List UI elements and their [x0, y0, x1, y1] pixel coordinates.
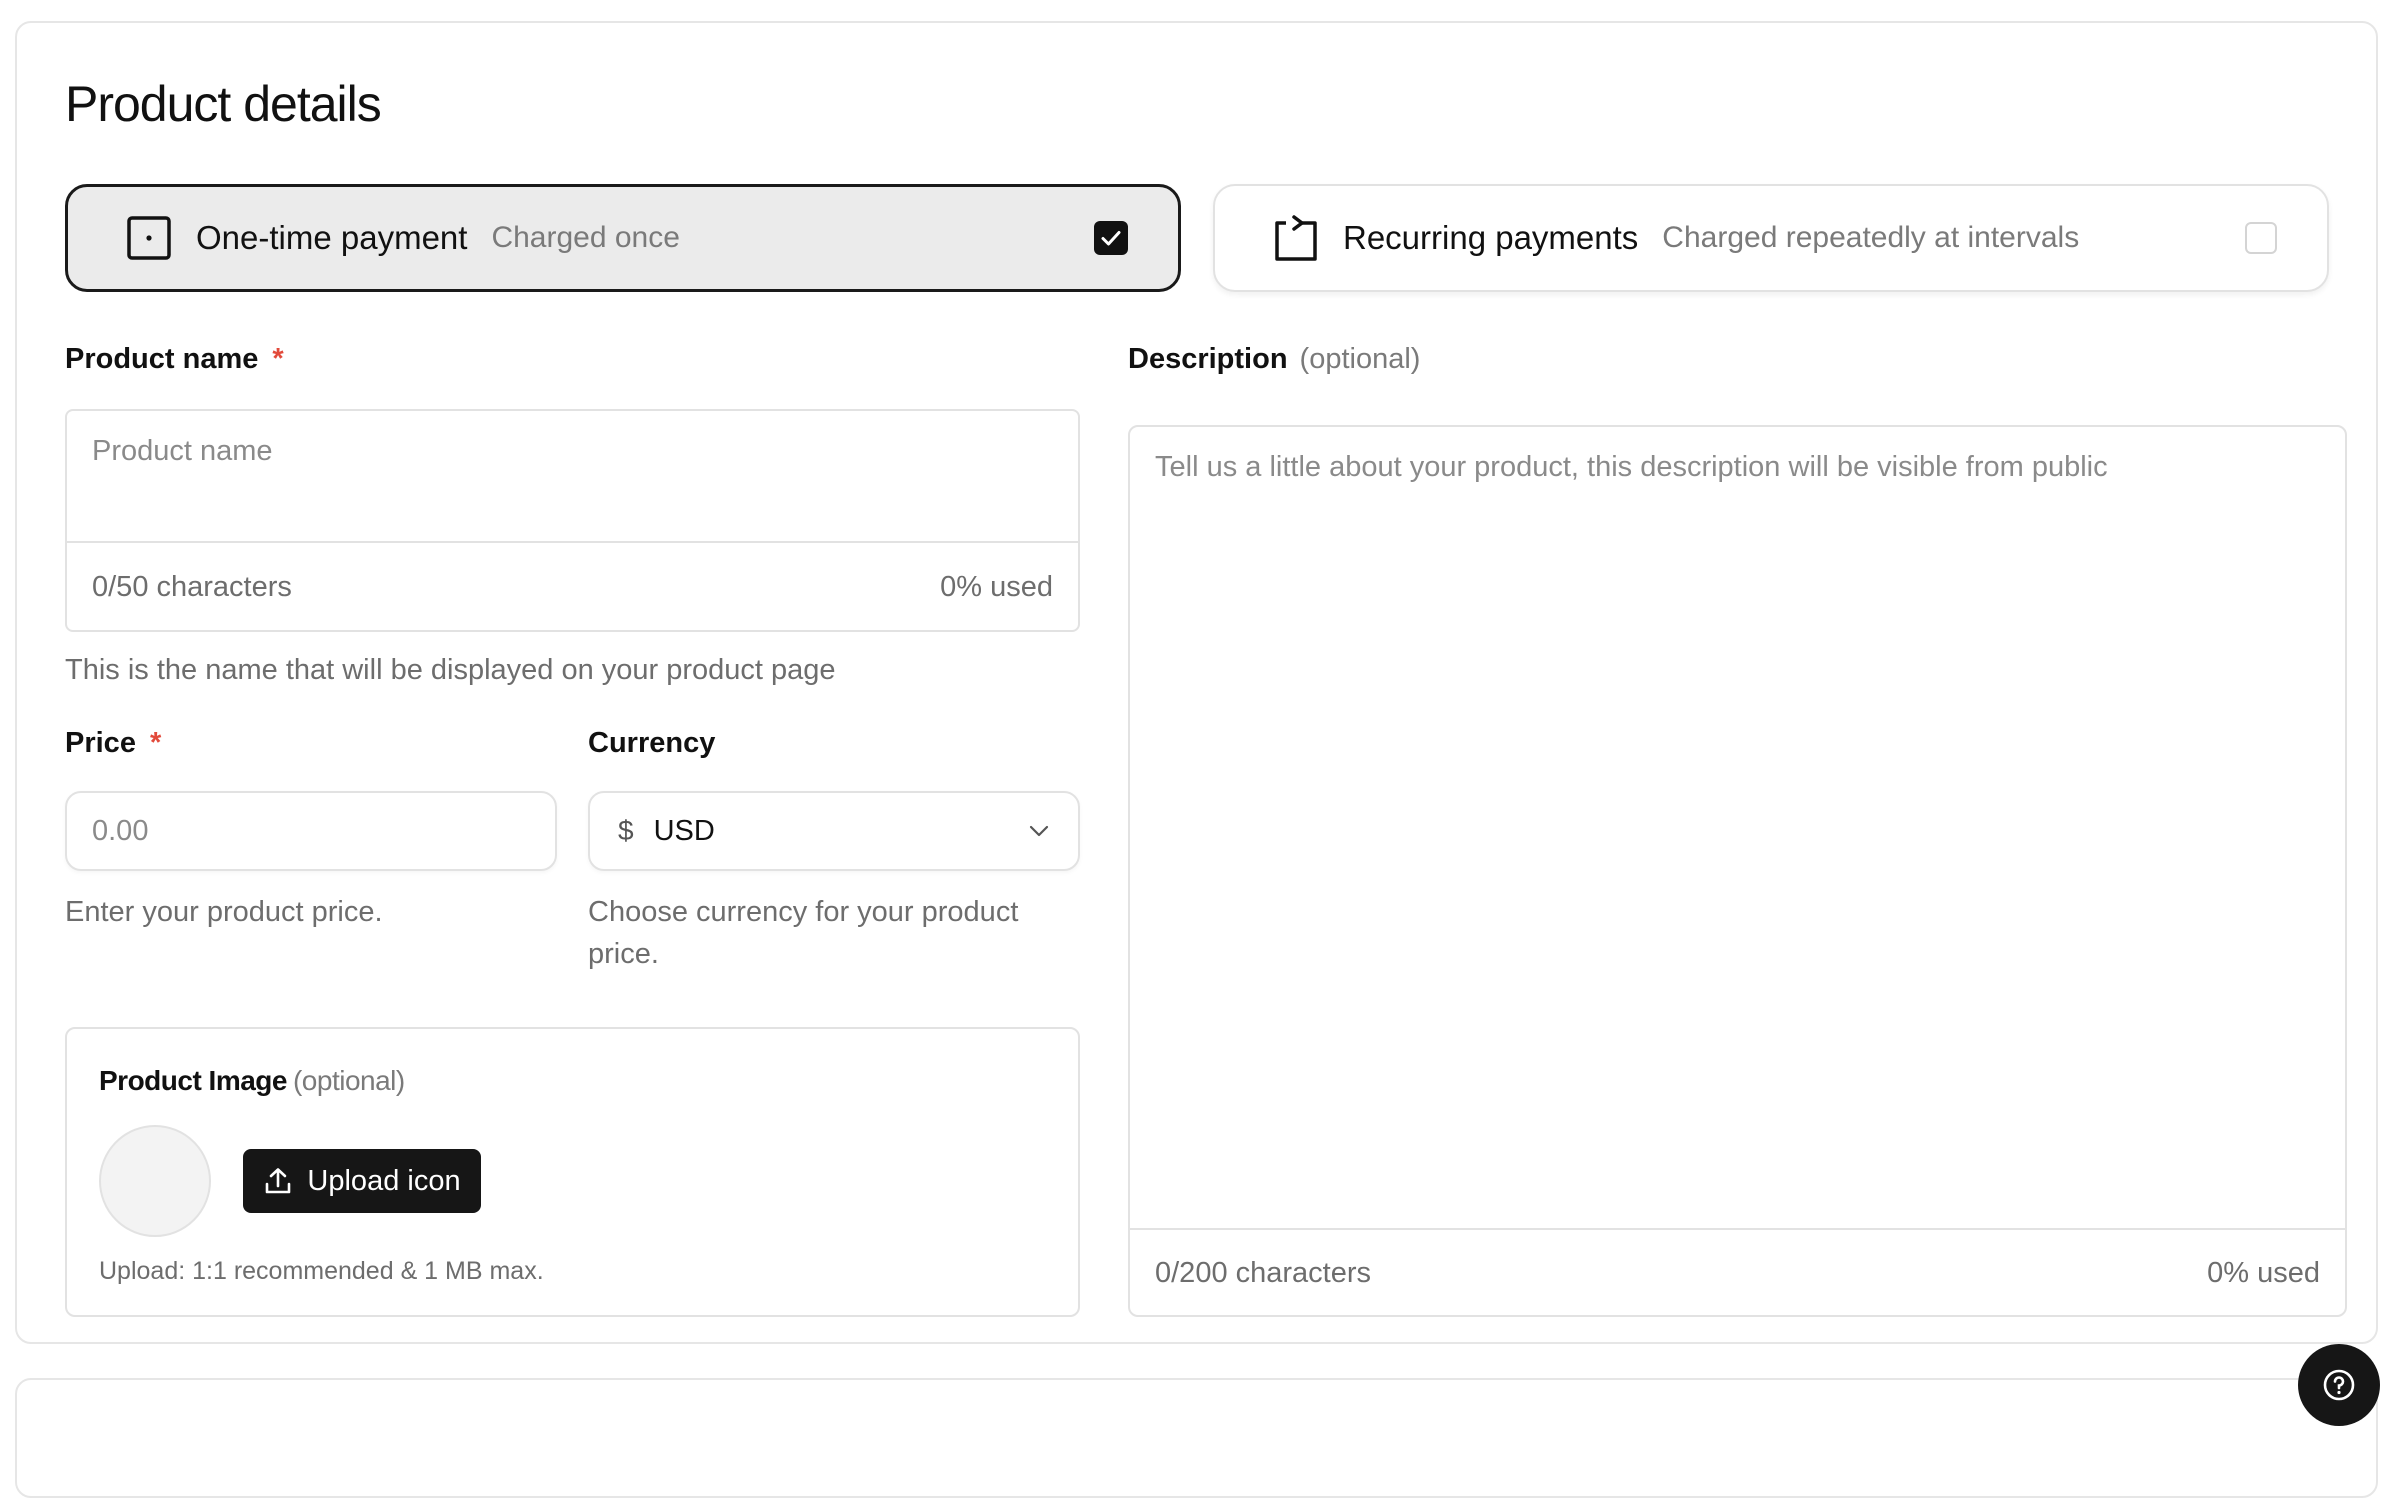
price-placeholder: 0.00: [92, 814, 149, 847]
description-field[interactable]: Tell us a little about your product, thi…: [1128, 425, 2347, 1317]
product-name-field[interactable]: Product name 0/50 characters 0% used: [65, 409, 1080, 632]
payment-option-one-time[interactable]: One-time payment Charged once: [65, 184, 1181, 292]
product-name-label: Product name *: [65, 343, 284, 376]
payment-option-label: Recurring payments: [1343, 219, 1639, 256]
product-name-counter-bar: 0/50 characters 0% used: [67, 541, 1078, 630]
page-title: Product details: [65, 76, 382, 132]
currency-help: Choose currency for your product price.: [588, 896, 1019, 970]
help-icon: [2323, 1369, 2355, 1401]
currency-select[interactable]: $ USD: [588, 791, 1080, 871]
currency-symbol: $: [618, 815, 634, 846]
product-name-label-text: Product name: [65, 343, 259, 375]
checkbox-unchecked-icon[interactable]: [2245, 222, 2277, 254]
recurring-payment-icon: [1271, 213, 1321, 263]
payment-option-subtitle: Charged once: [491, 221, 680, 254]
description-textarea[interactable]: Tell us a little about your product, thi…: [1130, 427, 2345, 1228]
upload-icon: [266, 1168, 291, 1194]
upload-hint: Upload: 1:1 recommended & 1 MB max.: [99, 1257, 544, 1285]
chevron-down-icon: [1028, 824, 1050, 838]
help-button[interactable]: [2298, 1344, 2380, 1426]
product-image-panel: Product Image (optional) Upload icon Uplo…: [65, 1027, 1080, 1317]
one-time-payment-icon: [124, 213, 174, 263]
optional-tag: (optional): [1299, 343, 1421, 375]
product-name-input[interactable]: Product name: [67, 411, 1078, 541]
payment-option-recurring[interactable]: Recurring payments Charged repeatedly at…: [1213, 184, 2329, 292]
product-name-usage: 0% used: [940, 571, 1053, 603]
checkbox-checked-icon[interactable]: [1094, 221, 1128, 255]
upload-button-label: Upload icon: [307, 1164, 461, 1197]
price-label-text: Price: [65, 727, 136, 759]
optional-tag: (optional): [292, 1065, 405, 1096]
price-input[interactable]: 0.00: [65, 791, 557, 871]
currency-value: USD: [653, 814, 715, 847]
currency-label: Currency: [588, 727, 716, 759]
product-details-card: Product details One-time payment Charged…: [15, 21, 2378, 1344]
next-section-card: [15, 1378, 2378, 1498]
upload-icon-button[interactable]: Upload icon: [243, 1149, 481, 1213]
payment-option-label: One-time payment: [196, 219, 468, 256]
product-name-help: This is the name that will be displayed …: [65, 654, 836, 686]
description-counter: 0/200 characters: [1155, 1257, 1372, 1289]
price-help: Enter your product price.: [65, 896, 383, 928]
product-image-label: Product Image (optional): [99, 1065, 405, 1097]
product-name-counter: 0/50 characters: [92, 571, 292, 603]
description-label-text: Description: [1128, 343, 1288, 375]
payment-option-subtitle: Charged repeatedly at intervals: [1662, 221, 2080, 254]
required-mark: *: [272, 343, 284, 375]
price-label: Price *: [65, 727, 161, 760]
description-counter-bar: 0/200 characters 0% used: [1130, 1228, 2345, 1315]
product-image-preview: [99, 1125, 211, 1237]
product-image-label-text: Product Image: [99, 1065, 287, 1096]
description-label: Description (optional): [1128, 343, 1420, 376]
description-usage: 0% used: [2207, 1257, 2320, 1289]
required-mark: *: [149, 727, 162, 759]
